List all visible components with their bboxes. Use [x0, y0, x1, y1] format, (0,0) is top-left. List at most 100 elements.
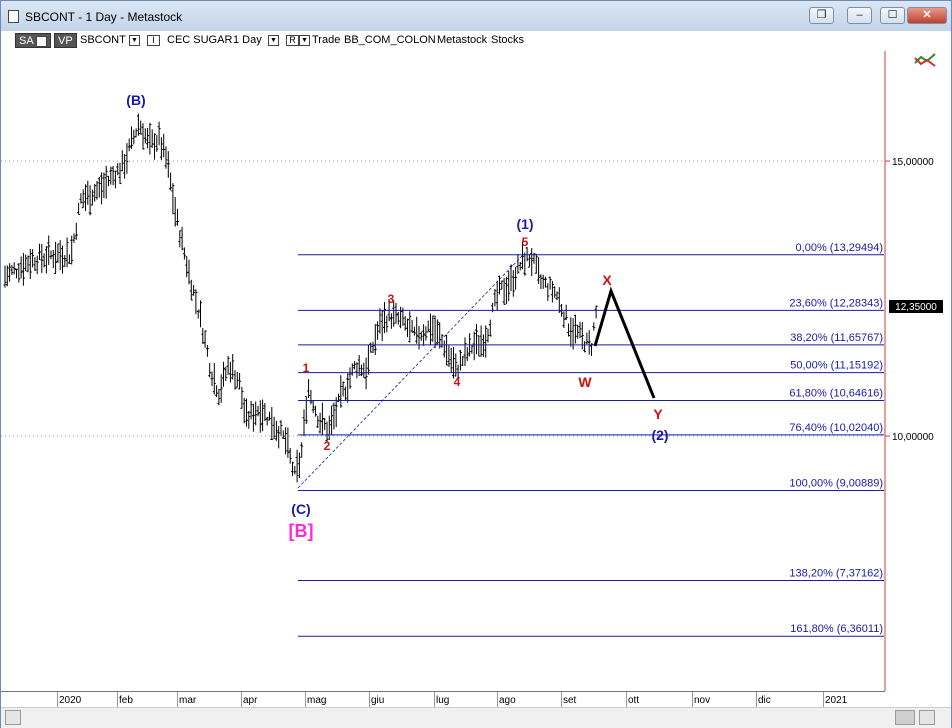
- horizontal-scrollbar[interactable]: [1, 707, 951, 728]
- vp-button[interactable]: VP: [54, 33, 77, 48]
- price-bar: [300, 442, 304, 458]
- price-bar: [362, 362, 366, 379]
- fib-label-0: 0,00% (13,29494): [796, 242, 883, 254]
- price-bar: [63, 255, 67, 268]
- sa-button[interactable]: SA ▼: [15, 33, 52, 48]
- price-bar: [578, 321, 582, 339]
- r-dropdown-icon[interactable]: ▼: [299, 34, 310, 46]
- time-tick: [117, 692, 118, 708]
- scroll-thumb[interactable]: [895, 710, 915, 725]
- price-bar: [488, 319, 492, 337]
- price-bar: [431, 315, 435, 342]
- wave-label-2-major: (2): [651, 427, 668, 443]
- price-bar: [514, 267, 518, 290]
- time-label: mar: [179, 695, 197, 706]
- price-bar: [157, 121, 161, 146]
- price-bar: [95, 180, 99, 200]
- time-tick: [692, 692, 693, 708]
- price-bar: [484, 325, 488, 358]
- restore-tile-button[interactable]: ❐: [809, 7, 834, 24]
- price-bar: [205, 344, 209, 357]
- price-bar: [364, 357, 368, 390]
- wave-label-3: 3: [388, 292, 395, 306]
- price-label-1: 10,00000: [892, 432, 934, 443]
- price-bar: [263, 403, 267, 422]
- time-tick: [177, 692, 178, 708]
- price-bar: [258, 400, 262, 433]
- price-bar: [97, 176, 101, 198]
- price-bar: [557, 287, 561, 313]
- r-button[interactable]: R: [286, 34, 299, 46]
- price-bar: [51, 250, 55, 269]
- price-bar: [569, 317, 573, 347]
- price-bar: [279, 420, 283, 436]
- price-chart-canvas[interactable]: 0,00% (13,29494) 23,60% (12,28343) 38,20% …: [1, 51, 951, 691]
- price-bar: [203, 330, 207, 348]
- price-bar: [502, 277, 506, 305]
- trend-arrows-icon[interactable]: [914, 53, 936, 67]
- price-bar: [261, 399, 265, 432]
- price-bar: [235, 371, 239, 388]
- price-bars: [3, 113, 598, 483]
- fib-label-6: 100,00% (9,00889): [789, 478, 883, 490]
- chevron-down-icon[interactable]: ▼: [36, 35, 48, 47]
- price-bar: [389, 313, 393, 329]
- price-bar: [134, 128, 138, 138]
- price-bar: [504, 276, 508, 305]
- price-chart[interactable]: 0,00% (13,29494) 23,60% (12,28343) 38,20% …: [1, 51, 951, 691]
- price-bar: [173, 196, 177, 227]
- price-bar: [189, 279, 193, 301]
- price-bar: [495, 280, 499, 310]
- price-bar: [113, 170, 117, 189]
- symbol-label: SBCONT: [80, 34, 126, 46]
- symbol-dropdown-icon[interactable]: ▼: [129, 34, 140, 46]
- time-tick: [756, 692, 757, 708]
- price-bar: [447, 345, 451, 367]
- price-bar: [17, 263, 21, 283]
- period-dropdown-icon[interactable]: ▼: [268, 34, 279, 46]
- maximize-button[interactable]: ☐: [880, 7, 905, 24]
- price-bar: [592, 322, 596, 331]
- price-bar: [222, 361, 225, 387]
- price-bar: [461, 356, 465, 367]
- time-label: mag: [307, 695, 327, 706]
- wave-label-B-major: (B): [126, 92, 145, 108]
- price-bar: [111, 165, 115, 186]
- price-bar: [143, 128, 147, 144]
- price-bar: [537, 256, 541, 284]
- price-bar: [21, 253, 25, 286]
- fib-label-5: 76,40% (10,02040): [789, 422, 883, 434]
- current-price-text: 12,35000: [895, 302, 937, 313]
- price-bar: [146, 128, 150, 149]
- scroll-right-icon[interactable]: [919, 710, 935, 725]
- time-tick: [305, 692, 306, 708]
- source-label: BB_COM_COLON: [344, 34, 436, 46]
- close-button[interactable]: ✕: [907, 7, 947, 24]
- price-bar: [320, 402, 324, 435]
- price-bar: [251, 403, 255, 432]
- price-bar: [44, 246, 48, 274]
- price-bar: [178, 230, 182, 248]
- price-bar: [516, 254, 520, 274]
- mode-label: Trade: [312, 34, 341, 46]
- price-bar: [8, 263, 12, 282]
- time-label: dic: [758, 695, 771, 706]
- wave-label-Y: Y: [653, 406, 663, 422]
- price-bar: [15, 268, 18, 279]
- price-bar: [84, 184, 87, 211]
- price-bar: [594, 305, 598, 319]
- price-bar: [254, 401, 258, 426]
- price-bar: [274, 420, 278, 441]
- minimize-button[interactable]: –: [847, 7, 872, 24]
- price-bar: [350, 363, 354, 376]
- price-bar: [539, 274, 543, 289]
- price-bar: [562, 311, 566, 328]
- price-bar: [141, 123, 145, 150]
- price-bar: [493, 289, 497, 307]
- price-bar: [284, 427, 288, 455]
- price-bar: [159, 137, 163, 161]
- price-bar: [35, 255, 39, 275]
- price-bar: [67, 254, 71, 264]
- i-button[interactable]: I: [147, 34, 160, 46]
- scroll-left-icon[interactable]: [5, 710, 21, 725]
